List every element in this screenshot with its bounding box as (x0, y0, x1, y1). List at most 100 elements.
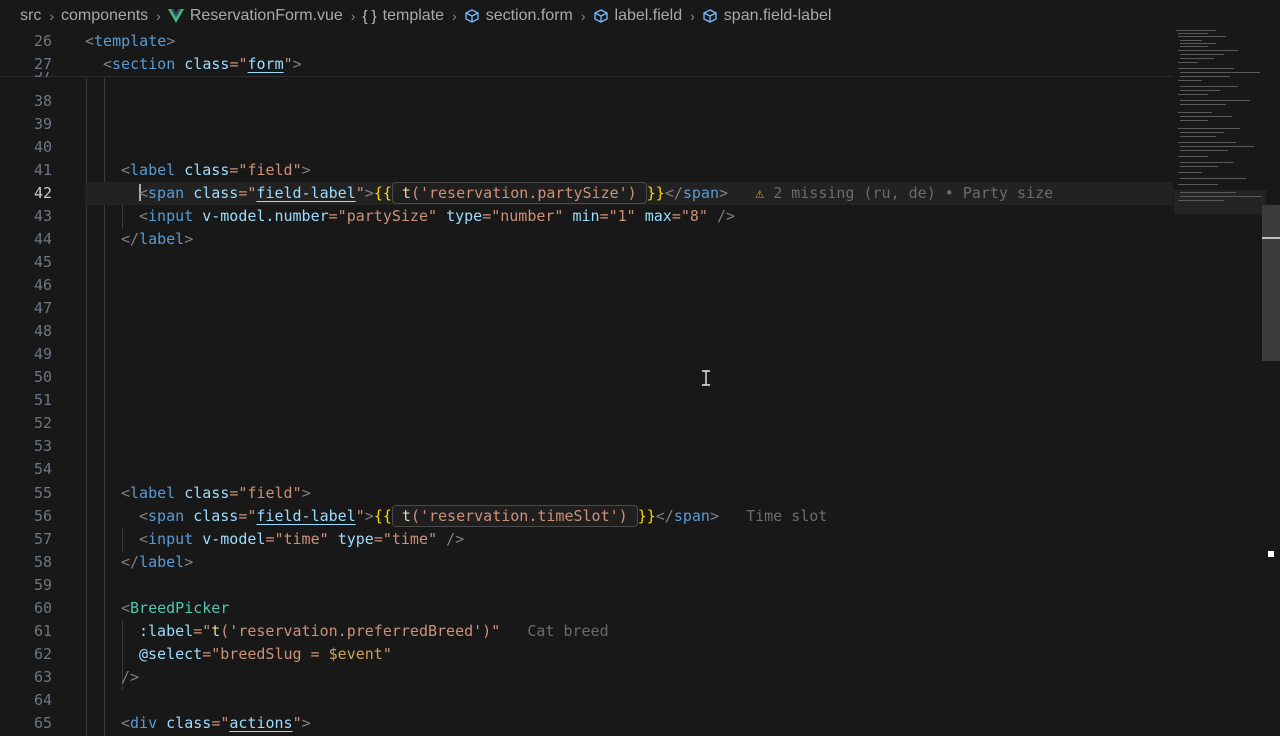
line-number: 50 (33, 368, 52, 386)
code-text: </label> (121, 553, 194, 571)
line-number: 61 (33, 622, 52, 640)
code-text: <template> (85, 32, 176, 50)
line-number: 51 (33, 391, 52, 409)
line-number: 58 (33, 553, 52, 571)
chevron-right-icon: › (350, 8, 356, 24)
breadcrumb-item-label-field[interactable]: label.field › (593, 7, 702, 25)
code-line[interactable]: 57 <input v-model="time" type="time" /> (0, 528, 1172, 551)
code-text: </label> (121, 230, 194, 248)
line-number: 54 (33, 460, 52, 478)
element-icon (702, 9, 718, 23)
line-number: 44 (33, 230, 52, 248)
line-number: 56 (33, 507, 52, 525)
line-number: 63 (33, 668, 52, 686)
breadcrumb-item-section-form[interactable]: section.form › (464, 7, 593, 25)
code-line[interactable]: 47 (0, 297, 1172, 320)
minimap[interactable] (1174, 28, 1266, 214)
code-line[interactable]: 41 <label class="field"> (0, 159, 1172, 182)
chevron-right-icon: › (580, 8, 586, 24)
line-number: 60 (33, 599, 52, 617)
code-line[interactable]: 49 (0, 343, 1172, 366)
code-line[interactable]: 39 (0, 113, 1172, 136)
line-number: 57 (33, 530, 52, 548)
line-number: 53 (33, 437, 52, 455)
code-line[interactable]: 43 <input v-model.number="partySize" typ… (0, 205, 1172, 228)
line-number: 42 (33, 184, 52, 202)
code-line[interactable]: 51 (0, 389, 1172, 412)
breadcrumb-label: src (20, 7, 42, 24)
vertical-scrollbar[interactable] (1262, 205, 1280, 361)
chevron-right-icon: › (156, 8, 161, 24)
inline-hint: Time slot (746, 507, 828, 525)
code-line[interactable]: 53 (0, 435, 1172, 458)
line-number: 38 (33, 92, 52, 110)
line-number: 46 (33, 276, 52, 294)
line-number: 26 (33, 32, 52, 50)
code-line[interactable]: 64 (0, 689, 1172, 712)
code-line-active[interactable]: 42 <span class="field-label">{{ t('reser… (0, 182, 1172, 205)
mouse-ibeam-icon (700, 370, 712, 390)
sticky-line[interactable]: 26 <template> (0, 30, 1172, 53)
line-number: 45 (33, 253, 52, 271)
code-line[interactable]: 54 (0, 458, 1172, 481)
line-number: 49 (33, 345, 52, 363)
sticky-line[interactable]: 27 <section class="form"> (0, 53, 1172, 76)
line-number: 59 (33, 576, 52, 594)
code-line[interactable]: 48 (0, 320, 1172, 343)
line-number: 62 (33, 645, 52, 663)
line-number: 52 (33, 414, 52, 432)
code-line[interactable]: 46 (0, 274, 1172, 297)
code-line[interactable]: 62 @select="breedSlug = $event" (0, 643, 1172, 666)
code-line[interactable]: 44 </label> (0, 228, 1172, 251)
code-line[interactable]: 58 </label> (0, 551, 1172, 574)
breadcrumb-item-span-field-label[interactable]: span.field-label (702, 7, 831, 25)
code-text: <label class="field"> (121, 484, 311, 502)
code-text: @select="breedSlug = $event" (139, 645, 392, 663)
line-number: 47 (33, 299, 52, 317)
breadcrumb-item-src[interactable]: src › (20, 7, 61, 25)
code-text: <span class="field-label">{{ t('reservat… (139, 505, 828, 527)
breadcrumb-label: template (382, 7, 445, 24)
code-line[interactable]: 45 (0, 251, 1172, 274)
code-line[interactable]: 55 <label class="field"> (0, 482, 1172, 505)
breadcrumb-item-components[interactable]: components › (61, 7, 168, 25)
inline-hint: Cat breed (527, 622, 609, 640)
sticky-scroll-header[interactable]: 26 <template> 27 <section class="form"> (0, 30, 1172, 77)
scrollbar-cursor-marker (1262, 237, 1280, 239)
breadcrumb-label: components (61, 7, 149, 24)
code-text: <input v-model="time" type="time" /> (139, 530, 465, 548)
breadcrumb-item-template[interactable]: { } template › (362, 7, 463, 25)
code-line[interactable]: 38 (0, 90, 1172, 113)
code-line[interactable]: 65 <div class="actions"> (0, 712, 1172, 735)
code-line[interactable]: 59 (0, 574, 1172, 597)
inline-hint: 2 missing (ru, de) • Party size (773, 184, 1054, 202)
code-line[interactable]: 56 <span class="field-label">{{ t('reser… (0, 505, 1172, 528)
i18n-key-chip[interactable]: t('reservation.timeSlot') (391, 505, 638, 527)
line-number: 41 (33, 161, 52, 179)
code-line[interactable]: 63 /> (0, 666, 1172, 689)
line-number: 48 (33, 322, 52, 340)
chevron-right-icon: › (690, 8, 695, 24)
code-line[interactable]: 60 <BreedPicker (0, 597, 1172, 620)
minimap-slider[interactable] (1174, 190, 1266, 214)
code-text: <section class="form"> (103, 55, 302, 73)
line-number: 43 (33, 207, 52, 225)
i18n-key-chip[interactable]: t('reservation.partySize') (391, 182, 647, 204)
code-text: <label class="field"> (121, 161, 311, 179)
braces-icon: { } (362, 7, 377, 25)
vue-icon (167, 9, 184, 23)
code-line[interactable]: 52 (0, 412, 1172, 435)
code-line[interactable]: 61 :label="t('reservation.preferredBreed… (0, 620, 1172, 643)
code-line[interactable]: 40 (0, 136, 1172, 159)
line-number: 65 (33, 714, 52, 732)
code-line[interactable]: 50 (0, 366, 1172, 389)
chevron-right-icon: › (49, 8, 54, 24)
element-icon (464, 9, 480, 23)
line-number: 55 (33, 484, 52, 502)
breadcrumb-label: section.form (485, 7, 573, 24)
breadcrumb-label: ReservationForm.vue (189, 7, 343, 24)
line-number: 64 (33, 691, 52, 709)
breadcrumb-item-file[interactable]: ReservationForm.vue › (167, 7, 363, 25)
chevron-right-icon: › (452, 8, 457, 24)
element-icon (593, 9, 609, 23)
